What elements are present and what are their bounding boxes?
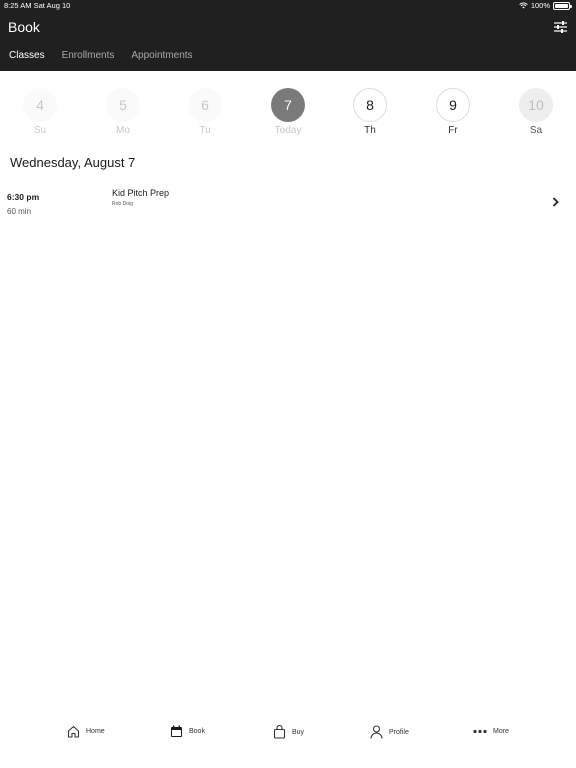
battery-icon	[553, 1, 572, 10]
nav-home-label: Home	[86, 728, 105, 735]
home-icon	[67, 725, 80, 738]
day-label: Tu	[199, 125, 211, 136]
nav-home[interactable]: Home	[67, 725, 105, 738]
nav-book[interactable]: Book	[170, 725, 205, 738]
day-number: 5	[106, 88, 140, 122]
day-saturday[interactable]: 10 Sa	[516, 88, 556, 136]
wifi-icon	[519, 2, 528, 9]
day-friday[interactable]: 9 Fr	[433, 88, 473, 136]
tab-classes[interactable]: Classes	[9, 50, 45, 64]
day-label: Th	[364, 125, 376, 136]
class-duration: 60 min	[7, 207, 32, 216]
day-monday[interactable]: 5 Mo	[103, 88, 143, 136]
bottom-nav: Home Book Buy Profile More	[0, 716, 576, 768]
day-number: 6	[188, 88, 222, 122]
day-number: 8	[353, 88, 387, 122]
day-today[interactable]: 7 Today	[268, 88, 308, 136]
day-label: Sa	[529, 125, 543, 136]
day-label: Today	[274, 125, 302, 136]
day-tuesday[interactable]: 6 Tu	[185, 88, 225, 136]
nav-profile[interactable]: Profile	[370, 725, 409, 739]
nav-book-label: Book	[189, 728, 205, 735]
status-time-date: 8:25 AM Sat Aug 10	[4, 1, 71, 10]
page-title: Book	[8, 19, 40, 35]
nav-more[interactable]: More	[473, 725, 509, 738]
class-name: Kid Pitch Prep	[112, 188, 170, 198]
day-number: 10	[519, 88, 553, 122]
nav-more-label: More	[493, 728, 509, 735]
battery-percent: 100%	[530, 1, 550, 10]
date-heading: Wednesday, August 7	[10, 155, 136, 170]
status-right: 100%	[519, 1, 572, 10]
shopping-bag-icon	[273, 725, 286, 739]
calendar-icon	[171, 725, 182, 737]
tab-bar: Classes Enrollments Appointments	[0, 50, 210, 64]
day-number: 9	[436, 88, 470, 122]
sliders-icon[interactable]	[554, 21, 567, 33]
day-label: Mo	[116, 125, 130, 136]
day-label: Fr	[448, 125, 458, 136]
more-dots-icon	[473, 729, 487, 734]
top-bar: 8:25 AM Sat Aug 10 100% Book Classes Enr…	[0, 0, 576, 71]
nav-buy-label: Buy	[292, 728, 305, 736]
chevron-right-icon	[552, 197, 559, 207]
day-number: 4	[23, 88, 57, 122]
nav-profile-label: Profile	[389, 728, 409, 736]
person-icon	[370, 725, 383, 739]
day-number: 7	[271, 88, 305, 122]
status-bar: 8:25 AM Sat Aug 10 100%	[0, 0, 576, 12]
class-instructor: Rob Doig	[112, 201, 133, 207]
day-sunday[interactable]: 4 Su	[20, 88, 60, 136]
class-row[interactable]: 6:30 pm 60 min Kid Pitch Prep Rob Doig	[0, 182, 576, 232]
day-picker: 4 Su 5 Mo 6 Tu 7 Today 8 Th 9 Fr 10 Sa	[0, 88, 576, 140]
nav-buy[interactable]: Buy	[273, 725, 304, 739]
day-thursday[interactable]: 8 Th	[350, 88, 390, 136]
tab-appointments[interactable]: Appointments	[131, 50, 192, 64]
class-time: 6:30 pm	[7, 192, 40, 202]
tab-enrollments[interactable]: Enrollments	[62, 50, 115, 64]
day-label: Su	[33, 125, 47, 136]
